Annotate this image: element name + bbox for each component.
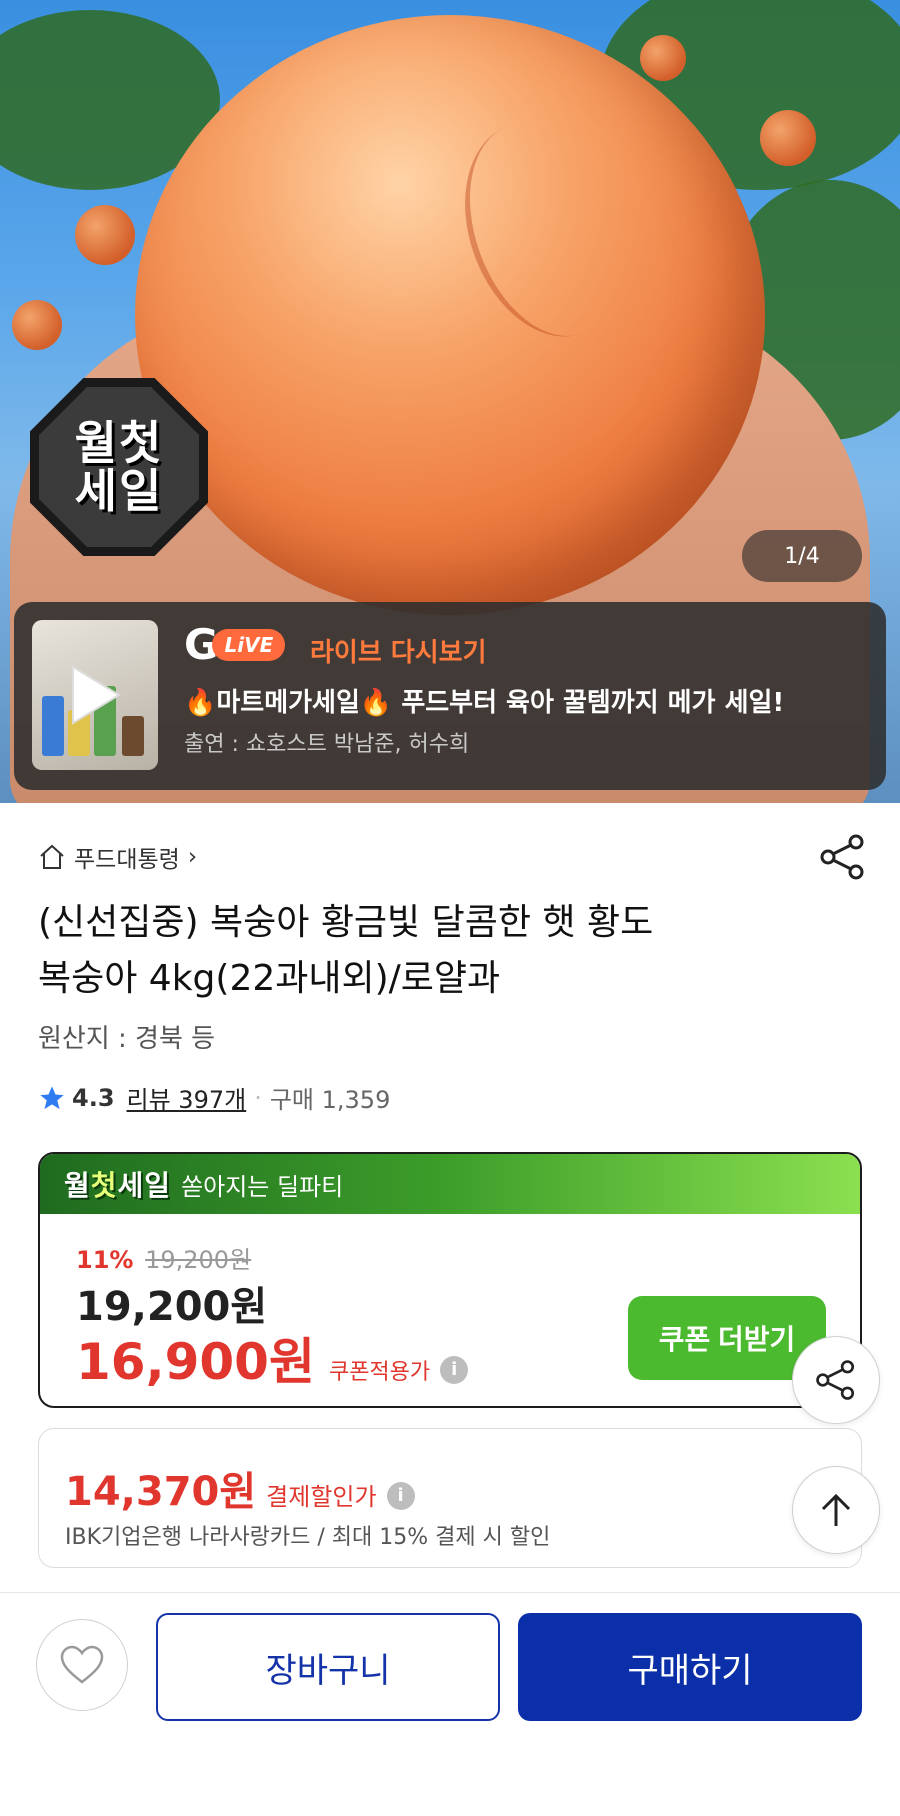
separator-dot: · — [254, 1083, 262, 1112]
sale-badge-line2: 세일 — [74, 464, 164, 518]
chevron-right-icon: › — [187, 844, 198, 870]
cart-button[interactable]: 장바구니 — [156, 1613, 500, 1721]
sale-badge-inner: 월첫 세일 — [39, 387, 199, 547]
info-icon[interactable]: i — [440, 1355, 469, 1384]
share-icon[interactable] — [818, 832, 868, 882]
buy-button[interactable]: 구매하기 — [518, 1613, 862, 1721]
purchase-count: 구매 1,359 — [269, 1086, 391, 1114]
deal-brand-a: 월 — [64, 1169, 91, 1202]
arrow-up-icon — [821, 1493, 851, 1526]
scroll-top-button[interactable] — [792, 1466, 880, 1554]
breadcrumb-category[interactable]: 푸드대통령 — [74, 840, 180, 874]
deal-header: 월첫세일 쏟아지는 딜파티 — [40, 1154, 860, 1214]
glive-logo-pill: LiVE — [212, 629, 286, 661]
sale-badge: 월첫 세일 — [30, 378, 208, 556]
original-price: 19,200원 — [145, 1246, 252, 1274]
payment-description: IBK기업은행 나라사랑카드 / 최대 15% 결제 시 할인 — [65, 1525, 551, 1550]
coupon-price-row: 16,900원 쿠폰적용가 i — [76, 1322, 469, 1394]
background-peach — [760, 110, 816, 166]
rating-score: 4.3 — [72, 1083, 115, 1112]
live-thumbnail[interactable] — [32, 620, 158, 770]
rating-row: 4.3 리뷰 397개 · 구매 1,359 — [38, 1080, 390, 1115]
play-icon[interactable] — [69, 665, 121, 725]
deal-price-box: 월첫세일 쏟아지는 딜파티 11% 19,200원 19,200원 16,900… — [38, 1152, 862, 1408]
background-peach — [640, 35, 686, 81]
thumbnail-product — [122, 716, 144, 756]
product-title-line1: (신선집중) 복숭아 황금빛 달콤한 햇 황도 — [38, 902, 654, 943]
background-peach — [12, 300, 62, 350]
share-icon — [816, 1360, 855, 1400]
deal-brand-b: 첫 — [90, 1169, 118, 1202]
glive-logo: G LiVE — [184, 624, 286, 666]
payment-price-row: 14,370원 결제할인가 i — [65, 1459, 415, 1517]
heart-icon — [60, 1645, 104, 1684]
product-title-line2: 복숭아 4kg(22과내외)/로얄과 — [38, 958, 501, 999]
payment-discount-box: 14,370원 결제할인가 i IBK기업은행 나라사랑카드 / 최대 15% … — [38, 1428, 862, 1568]
sale-badge-line1: 월첫 — [74, 415, 164, 470]
image-counter: 1/4 — [742, 530, 862, 582]
star-icon — [40, 1085, 64, 1109]
product-image-carousel[interactable]: 월첫 세일 1/4 G LiVE 라이브 다시보기 🔥마트메가세일🔥 푸드부터 … — [0, 0, 900, 803]
wishlist-button[interactable] — [36, 1619, 128, 1711]
review-link[interactable]: 리뷰 397개 — [127, 1080, 247, 1115]
home-icon — [40, 844, 64, 869]
discount-rate: 11% — [76, 1246, 134, 1274]
peach-image — [135, 15, 765, 615]
live-replay-label[interactable]: 라이브 다시보기 — [310, 632, 487, 669]
breadcrumb[interactable]: 푸드대통령 › — [38, 840, 197, 874]
discount-row: 11% 19,200원 — [76, 1240, 251, 1275]
deal-subtitle: 쏟아지는 딜파티 — [181, 1172, 344, 1201]
payment-price-tag: 결제할인가 — [266, 1483, 377, 1511]
bottom-action-bar: 장바구니 구매하기 — [0, 1592, 900, 1816]
origin-text: 원산지 : 경북 등 — [38, 1024, 216, 1054]
live-cast: 출연 : 쇼호스트 박남준, 허수희 — [184, 732, 470, 757]
coupon-price-tag: 쿠폰적용가 — [328, 1360, 431, 1385]
live-title: 🔥마트메가세일🔥 푸드부터 육아 꿀템까지 메가 세일! — [184, 688, 785, 718]
info-icon[interactable]: i — [386, 1481, 415, 1510]
background-peach — [75, 205, 135, 265]
deal-brand: 월첫세일 — [64, 1164, 171, 1204]
deal-brand-c: 세일 — [117, 1169, 172, 1202]
coupon-price: 16,900원 — [76, 1333, 315, 1391]
floating-share-button[interactable] — [792, 1336, 880, 1424]
thumbnail-product — [42, 696, 64, 756]
live-replay-banner[interactable]: G LiVE 라이브 다시보기 🔥마트메가세일🔥 푸드부터 육아 꿀템까지 메가… — [14, 602, 886, 790]
product-title: (신선집중) 복숭아 황금빛 달콤한 햇 황도 복숭아 4kg(22과내외)/로… — [38, 895, 838, 1007]
payment-price: 14,370원 — [65, 1469, 257, 1515]
